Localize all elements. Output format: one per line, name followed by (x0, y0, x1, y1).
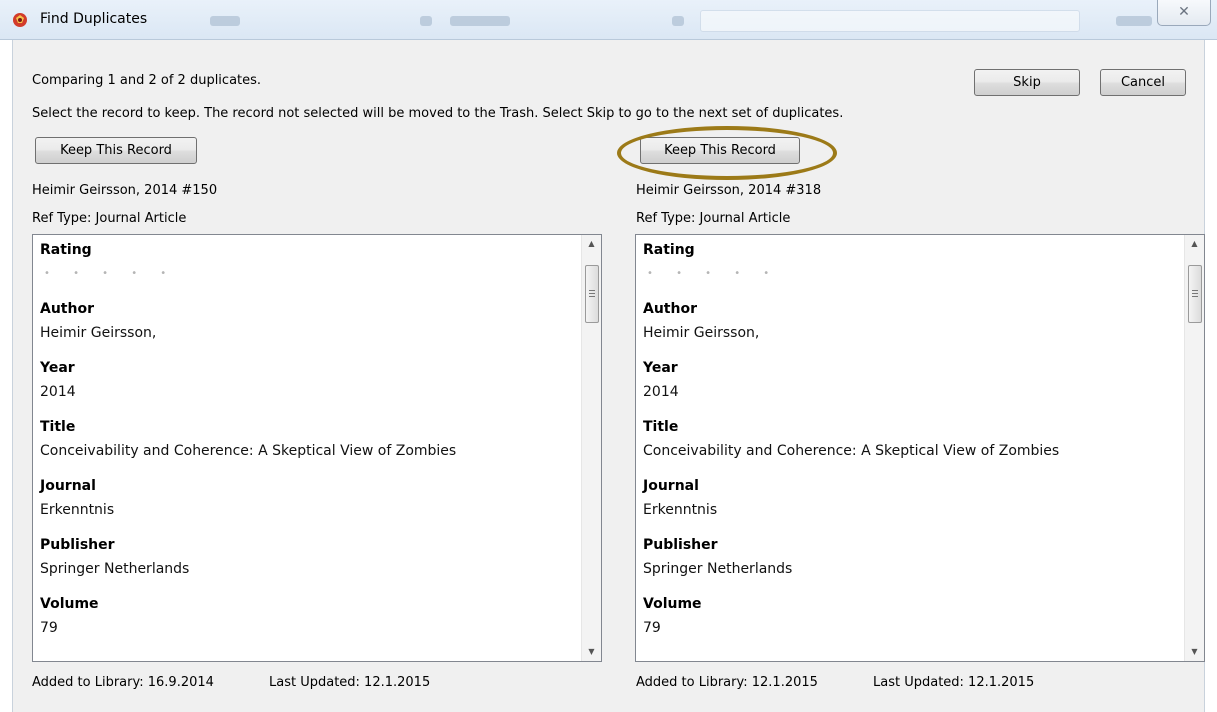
rating-stars[interactable]: • • • • • (643, 261, 1183, 298)
field-value: 79 (40, 620, 58, 636)
record-left-added-date: Added to Library: 16.9.2014 (32, 675, 214, 690)
background-ghost (672, 16, 684, 26)
background-ghost (420, 16, 432, 26)
field-label: Author (40, 301, 94, 317)
background-ghost (210, 16, 240, 26)
cancel-button[interactable]: Cancel (1100, 69, 1186, 96)
field-value: Heimir Geirsson, (643, 325, 760, 341)
background-ghost (700, 10, 1080, 32)
instructions-text: Select the record to keep. The record no… (32, 106, 844, 121)
grip-line (1192, 293, 1198, 294)
record-left-header: Heimir Geirsson, 2014 #150 (32, 183, 218, 198)
record-left-ref-type: Ref Type: Journal Article (32, 211, 187, 226)
field-value: 79 (643, 620, 661, 636)
scroll-thumb[interactable] (585, 265, 599, 323)
record-left-fields: Rating • • • • • Author Heimir Geirsson,… (40, 239, 580, 652)
field-label: Publisher (643, 537, 718, 553)
record-left-panel[interactable]: Rating • • • • • Author Heimir Geirsson,… (32, 234, 602, 662)
record-left-scrollbar[interactable]: ▲ ▼ (581, 235, 601, 661)
scroll-down-icon[interactable]: ▼ (582, 643, 601, 661)
field-label: Rating (40, 242, 92, 258)
field-value: 2014 (40, 384, 76, 400)
background-ghost (1116, 16, 1152, 26)
field-value: Erkenntnis (643, 502, 718, 518)
field-value: Conceivability and Coherence: A Skeptica… (40, 443, 457, 459)
record-left-updated-date: Last Updated: 12.1.2015 (269, 675, 431, 690)
field-label: Journal (40, 478, 96, 494)
field-value: Conceivability and Coherence: A Skeptica… (643, 443, 1060, 459)
field-label: Year (40, 360, 75, 376)
field-value: Springer Netherlands (40, 561, 190, 577)
grip-line (589, 290, 595, 291)
title-bar: Find Duplicates ✕ (0, 0, 1217, 40)
scroll-down-icon[interactable]: ▼ (1185, 643, 1204, 661)
background-ghost (450, 16, 510, 26)
record-right-panel[interactable]: Rating • • • • • Author Heimir Geirsson,… (635, 234, 1205, 662)
field-label: Volume (40, 596, 99, 612)
field-label: Year (643, 360, 678, 376)
field-label: Volume (643, 596, 702, 612)
field-label: Journal (643, 478, 699, 494)
scroll-thumb[interactable] (1188, 265, 1202, 323)
close-button[interactable]: ✕ (1157, 0, 1211, 26)
keep-record-left-button[interactable]: Keep This Record (35, 137, 197, 164)
record-right-scrollbar[interactable]: ▲ ▼ (1184, 235, 1204, 661)
field-label: Publisher (40, 537, 115, 553)
field-value: 2014 (643, 384, 679, 400)
field-value: Erkenntnis (40, 502, 115, 518)
record-right-ref-type: Ref Type: Journal Article (636, 211, 791, 226)
field-label: Title (643, 419, 679, 435)
scroll-up-icon[interactable]: ▲ (1185, 235, 1204, 253)
field-value: Springer Netherlands (643, 561, 793, 577)
scroll-up-icon[interactable]: ▲ (582, 235, 601, 253)
comparison-status: Comparing 1 and 2 of 2 duplicates. (32, 73, 262, 88)
field-value: Heimir Geirsson, (40, 325, 157, 341)
keep-record-right-button[interactable]: Keep This Record (640, 137, 800, 164)
record-right-header: Heimir Geirsson, 2014 #318 (636, 183, 822, 198)
record-right-added-date: Added to Library: 12.1.2015 (636, 675, 818, 690)
close-icon: ✕ (1178, 4, 1190, 20)
grip-line (589, 296, 595, 297)
window-title: Find Duplicates (40, 11, 148, 27)
field-label: Title (40, 419, 76, 435)
grip-line (589, 293, 595, 294)
rating-stars[interactable]: • • • • • (40, 261, 580, 298)
record-right-updated-date: Last Updated: 12.1.2015 (873, 675, 1035, 690)
grip-line (1192, 296, 1198, 297)
field-label: Author (643, 301, 697, 317)
record-right-fields: Rating • • • • • Author Heimir Geirsson,… (643, 239, 1183, 652)
field-label: Rating (643, 242, 695, 258)
grip-line (1192, 290, 1198, 291)
skip-button[interactable]: Skip (974, 69, 1080, 96)
endnote-app-icon (13, 13, 27, 27)
